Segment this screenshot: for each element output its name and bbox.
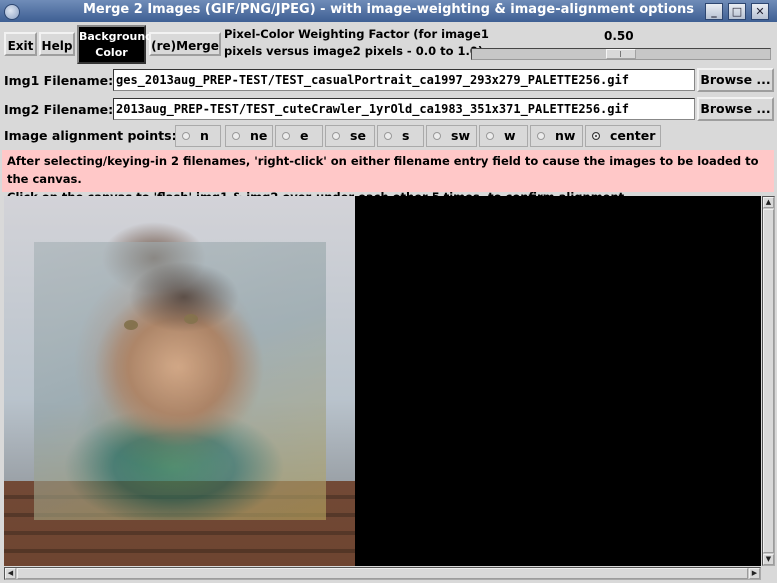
scroll-down-icon[interactable]: ▼: [763, 554, 774, 565]
alignment-radio-s[interactable]: s: [377, 125, 424, 147]
img2-filename-label: Img2 Filename:: [4, 102, 114, 117]
alignment-radio-label: s: [402, 128, 410, 143]
close-button[interactable]: ✕: [751, 3, 769, 20]
horizontal-scroll-thumb[interactable]: [17, 568, 748, 579]
slider-thumb[interactable]: [606, 49, 636, 59]
alignment-points-label: Image alignment points:: [4, 128, 177, 143]
radio-indicator-icon: [433, 132, 441, 140]
img1-filename-entry[interactable]: ges_2013aug_PREP-TEST/TEST_casualPortrai…: [113, 69, 695, 91]
img1-browse-button[interactable]: Browse ...: [697, 68, 774, 92]
radio-indicator-icon: [537, 132, 545, 140]
alignment-radio-se[interactable]: se: [325, 125, 375, 147]
help-button[interactable]: Help: [39, 32, 75, 56]
radio-indicator-icon: [182, 132, 190, 140]
window-title: Merge 2 Images (GIF/PNG/JPEG) - with ima…: [82, 2, 695, 17]
scroll-up-icon[interactable]: ▲: [763, 197, 774, 208]
radio-indicator-icon: [332, 132, 340, 140]
background-color-label-line1: Background: [79, 30, 154, 43]
img1-filename-label: Img1 Filename:: [4, 73, 114, 88]
alignment-radio-n[interactable]: n: [175, 125, 221, 147]
instructions-panel: After selecting/keying-in 2 filenames, '…: [2, 150, 774, 204]
alignment-radio-label: se: [350, 128, 366, 143]
image2-photo: [34, 242, 326, 520]
img2-browse-button[interactable]: Browse ...: [697, 97, 774, 121]
minimize-button[interactable]: _: [705, 3, 723, 20]
alignment-radio-label: n: [200, 128, 209, 143]
vertical-scrollbar[interactable]: ▲ ▼: [762, 196, 775, 566]
vertical-scroll-thumb[interactable]: [763, 209, 774, 553]
background-color-button[interactable]: Background Color: [77, 25, 154, 64]
alignment-radio-label: nw: [555, 128, 576, 143]
weighting-factor-label-line1: Pixel-Color Weighting Factor (for image1: [224, 27, 489, 41]
alignment-radio-label: w: [504, 128, 516, 143]
image2-right-eye: [184, 314, 198, 324]
background-color-label-line2: Color: [95, 46, 128, 59]
maximize-button[interactable]: □: [728, 3, 746, 20]
alignment-radio-e[interactable]: e: [275, 125, 323, 147]
weighting-factor-value: 0.50: [604, 29, 634, 43]
remerge-button[interactable]: (re)Merge: [149, 32, 221, 56]
image-canvas[interactable]: [4, 196, 761, 566]
scroll-right-icon[interactable]: ▶: [749, 568, 760, 579]
image2-left-eye: [124, 320, 138, 330]
radio-indicator-icon: [486, 132, 494, 140]
alignment-radio-label: ne: [250, 128, 268, 143]
instructions-line1: After selecting/keying-in 2 filenames, '…: [7, 154, 759, 186]
alignment-radio-w[interactable]: w: [479, 125, 528, 147]
exit-button[interactable]: Exit: [4, 32, 37, 56]
alignment-radio-nw[interactable]: nw: [530, 125, 583, 147]
title-bar: Merge 2 Images (GIF/PNG/JPEG) - with ima…: [0, 0, 777, 22]
weighting-factor-label: Pixel-Color Weighting Factor (for image1…: [224, 26, 489, 60]
weighting-factor-label-line2: pixels versus image2 pixels - 0.0 to 1.0…: [224, 44, 488, 58]
weighting-factor-slider[interactable]: [471, 48, 771, 60]
alignment-radio-center[interactable]: center: [585, 125, 661, 147]
alignment-radio-label: e: [300, 128, 309, 143]
scroll-left-icon[interactable]: ◀: [5, 568, 16, 579]
radio-indicator-icon: [384, 132, 392, 140]
alignment-radio-label: sw: [451, 128, 470, 143]
alignment-radio-sw[interactable]: sw: [426, 125, 477, 147]
radio-indicator-icon: [592, 132, 600, 140]
img2-filename-entry[interactable]: 2013aug_PREP-TEST/TEST_cuteCrawler_1yrOl…: [113, 98, 695, 120]
alignment-radio-ne[interactable]: ne: [225, 125, 273, 147]
horizontal-scrollbar[interactable]: ◀ ▶: [4, 567, 761, 580]
radio-indicator-icon: [282, 132, 290, 140]
radio-indicator-icon: [232, 132, 240, 140]
alignment-radio-label: center: [610, 128, 656, 143]
